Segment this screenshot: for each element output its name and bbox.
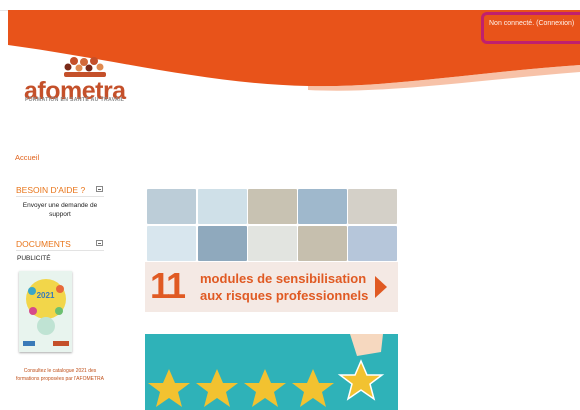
login-link[interactable]: (Connexion) xyxy=(536,20,574,27)
modules-text-line2: aux risques professionnels xyxy=(200,288,369,303)
module-thumb-6 xyxy=(147,226,196,261)
stars-icon xyxy=(148,334,383,407)
catalog-cover-image xyxy=(23,279,69,346)
module-thumb-10 xyxy=(348,226,397,261)
module-thumb-4 xyxy=(298,189,347,224)
publicity-label: PUBLICITÉ xyxy=(17,255,51,262)
documents-block-divider xyxy=(16,250,104,251)
modules-count: 11 xyxy=(150,265,186,306)
arrow-right-icon xyxy=(375,276,387,298)
breadcrumb-home[interactable]: Accueil xyxy=(15,153,39,162)
documents-block-collapse-icon[interactable] xyxy=(96,240,103,246)
module-thumb-8 xyxy=(248,226,297,261)
module-thumb-3 xyxy=(248,189,297,224)
module-thumb-2 xyxy=(198,189,247,224)
logo-tagline: FORMATION EN SANTÉ AU TRAVAIL xyxy=(25,97,125,103)
people-mark-icon xyxy=(64,57,106,77)
catalog-caption[interactable]: Consultez le catalogue 2021 des formatio… xyxy=(16,367,104,383)
module-thumb-9 xyxy=(298,226,347,261)
catalog-year: 2021 xyxy=(36,291,55,300)
rating-banner[interactable] xyxy=(145,334,398,410)
login-status: Non connecté. (Connexion) xyxy=(489,20,574,27)
module-thumb-5 xyxy=(348,189,397,224)
login-status-text: Non connecté. xyxy=(489,20,535,27)
help-block-title: BESOIN D'AIDE ? xyxy=(16,185,86,195)
catalog-thumbnail[interactable]: 2021 xyxy=(19,271,72,352)
help-block-divider xyxy=(16,196,104,197)
documents-block-title: DOCUMENTS xyxy=(16,239,71,249)
login-status-box xyxy=(481,12,580,44)
help-block-collapse-icon[interactable] xyxy=(96,186,103,192)
support-request-link[interactable]: Envoyer une demande de support xyxy=(16,201,104,219)
module-thumb-7 xyxy=(198,226,247,261)
modules-text-line1: modules de sensibilisation xyxy=(200,271,367,286)
module-thumb-1 xyxy=(147,189,196,224)
